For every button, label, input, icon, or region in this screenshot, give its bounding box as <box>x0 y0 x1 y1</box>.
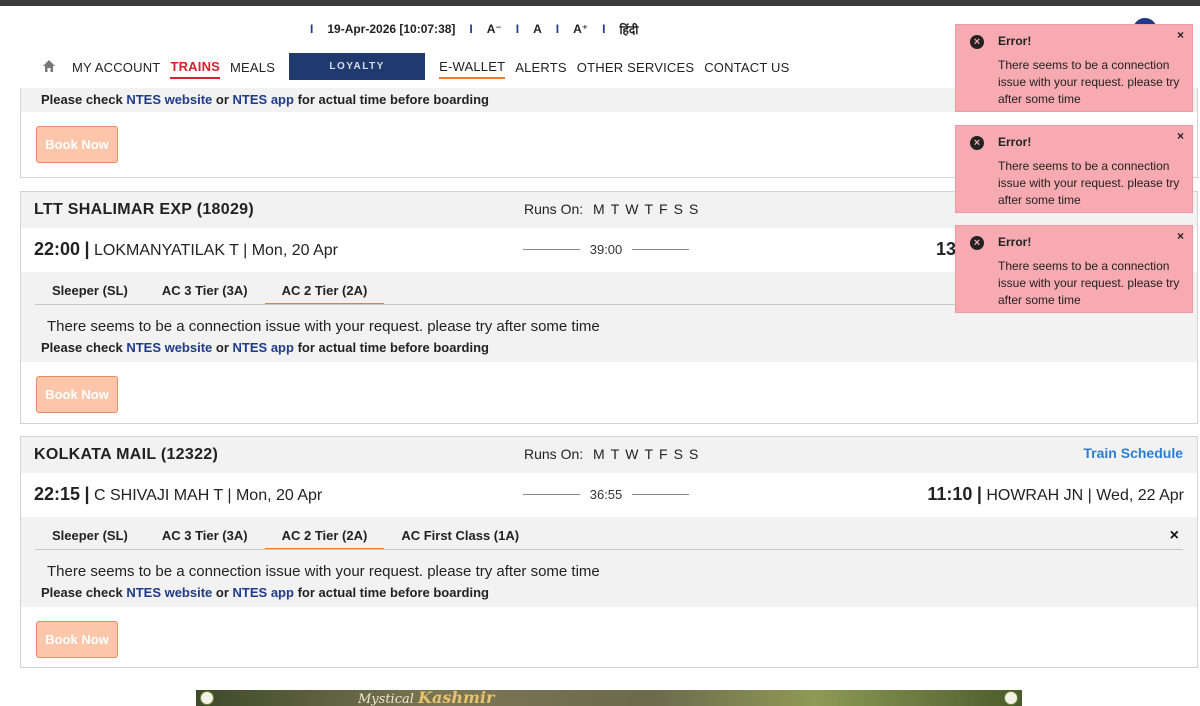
top-border <box>0 0 1200 6</box>
nav-other-services[interactable]: OTHER SERVICES <box>577 54 694 78</box>
error-circle-icon: × <box>970 35 984 49</box>
separator: I <box>555 22 560 36</box>
status-box: There seems to be a connection issue wit… <box>21 553 1197 607</box>
logo-icon <box>1004 691 1018 705</box>
status-box: There seems to be a connection issue wit… <box>21 308 1197 362</box>
toast-title: Error! <box>998 135 1032 149</box>
error-toast: × Error! There seems to be a connection i… <box>955 225 1193 313</box>
toast-message: There seems to be a connection issue wit… <box>998 259 1180 307</box>
font-normal-button[interactable]: A <box>533 22 542 36</box>
error-message: There seems to be a connection issue wit… <box>47 318 600 335</box>
language-toggle[interactable]: हिंदी <box>619 21 638 38</box>
train-schedule-link[interactable]: Train Schedule <box>1083 445 1183 461</box>
home-icon[interactable] <box>42 59 56 73</box>
toast-message: There seems to be a connection issue wit… <box>998 58 1180 106</box>
nav-meals[interactable]: MEALS <box>230 54 275 78</box>
ntes-website-link[interactable]: NTES website <box>126 340 212 355</box>
nav-alerts[interactable]: ALERTS <box>515 54 567 78</box>
font-decrease-button[interactable]: A⁻ <box>487 22 502 36</box>
close-icon[interactable]: × <box>1177 229 1184 243</box>
departure: 22:15 | C SHIVAJI MAH T | Mon, 20 Apr <box>34 484 323 504</box>
toast-title: Error! <box>998 235 1032 249</box>
close-icon[interactable]: × <box>1177 28 1184 42</box>
departure: 22:00 | LOKMANYATILAK T | Mon, 20 Apr <box>34 239 338 259</box>
book-now-button[interactable]: Book Now <box>36 376 118 413</box>
tab-class-1a[interactable]: AC First Class (1A) <box>384 523 536 550</box>
error-toast: × Error! There seems to be a connection i… <box>955 24 1193 112</box>
ntes-note: Please check NTES website or NTES app fo… <box>41 340 489 355</box>
separator: I <box>469 22 473 36</box>
train-name[interactable]: LTT SHALIMAR EXP (18029) <box>34 201 254 219</box>
ntes-website-link[interactable]: NTES website <box>126 585 212 600</box>
nav-loyalty[interactable]: LOYALTY <box>289 52 426 80</box>
train-name[interactable]: KOLKATA MAIL (12322) <box>34 446 218 464</box>
book-now-button[interactable]: Book Now <box>36 621 118 658</box>
error-toast: × Error! There seems to be a connection i… <box>955 125 1193 213</box>
tab-class-2a[interactable]: AC 2 Tier (2A) <box>264 523 385 550</box>
nav-trains[interactable]: TRAINS <box>170 53 221 79</box>
ntes-website-link[interactable]: NTES website <box>126 92 212 107</box>
book-now-button[interactable]: Book Now <box>36 126 118 163</box>
runs-on: Runs On: MTWTFSS <box>524 201 699 217</box>
ntes-app-link[interactable]: NTES app <box>233 92 294 107</box>
train-times: 22:15 | C SHIVAJI MAH T | Mon, 20 Apr 36… <box>21 473 1197 517</box>
error-circle-icon: × <box>970 136 984 150</box>
tab-class-3a[interactable]: AC 3 Tier (3A) <box>145 278 265 305</box>
nav-ewallet[interactable]: E-WALLET <box>439 53 506 79</box>
tab-class-sl[interactable]: Sleeper (SL) <box>35 523 145 550</box>
toast-title: Error! <box>998 34 1032 48</box>
nav-my-account[interactable]: MY ACCOUNT <box>72 54 160 78</box>
utility-bar: I 19-Apr-2026 [10:07:38] I A⁻ I A I A⁺ I… <box>296 21 638 37</box>
promo-banner[interactable]: Mystical Kashmir <box>196 690 1022 706</box>
tab-class-sl[interactable]: Sleeper (SL) <box>35 278 145 305</box>
arrival: 13 <box>936 239 957 259</box>
banner-text: Mystical Kashmir <box>358 690 495 706</box>
separator: I <box>602 22 606 36</box>
duration: 36:55 <box>523 487 690 502</box>
toast-message: There seems to be a connection issue wit… <box>998 159 1180 207</box>
train-card: KOLKATA MAIL (12322) Runs On: MTWTFSS Tr… <box>20 436 1198 668</box>
font-increase-button[interactable]: A⁺ <box>573 22 588 36</box>
close-icon[interactable]: × <box>1170 527 1179 545</box>
separator: I <box>310 22 314 36</box>
error-circle-icon: × <box>970 236 984 250</box>
ntes-app-link[interactable]: NTES app <box>233 585 294 600</box>
ntes-app-link[interactable]: NTES app <box>233 340 294 355</box>
main-nav: MY ACCOUNT TRAINS MEALS LOYALTY E-WALLET… <box>40 52 800 80</box>
train-header: KOLKATA MAIL (12322) Runs On: MTWTFSS Tr… <box>21 437 1197 473</box>
close-icon[interactable]: × <box>1177 129 1184 143</box>
tab-class-3a[interactable]: AC 3 Tier (3A) <box>145 523 265 550</box>
nav-contact-us[interactable]: CONTACT US <box>704 54 789 78</box>
datetime: 19-Apr-2026 [10:07:38] <box>327 22 456 36</box>
arrival: 11:10 | HOWRAH JN | Wed, 22 Apr <box>927 484 1184 504</box>
logo-icon <box>200 691 214 705</box>
class-tabs: Sleeper (SL) AC 3 Tier (3A) AC 2 Tier (2… <box>21 517 1197 553</box>
tab-class-2a[interactable]: AC 2 Tier (2A) <box>264 278 385 305</box>
duration: 39:00 <box>523 242 690 257</box>
ntes-note: Please check NTES website or NTES app fo… <box>41 585 489 600</box>
runs-on: Runs On: MTWTFSS <box>524 446 699 462</box>
error-message: There seems to be a connection issue wit… <box>47 563 600 580</box>
separator: I <box>515 22 520 36</box>
